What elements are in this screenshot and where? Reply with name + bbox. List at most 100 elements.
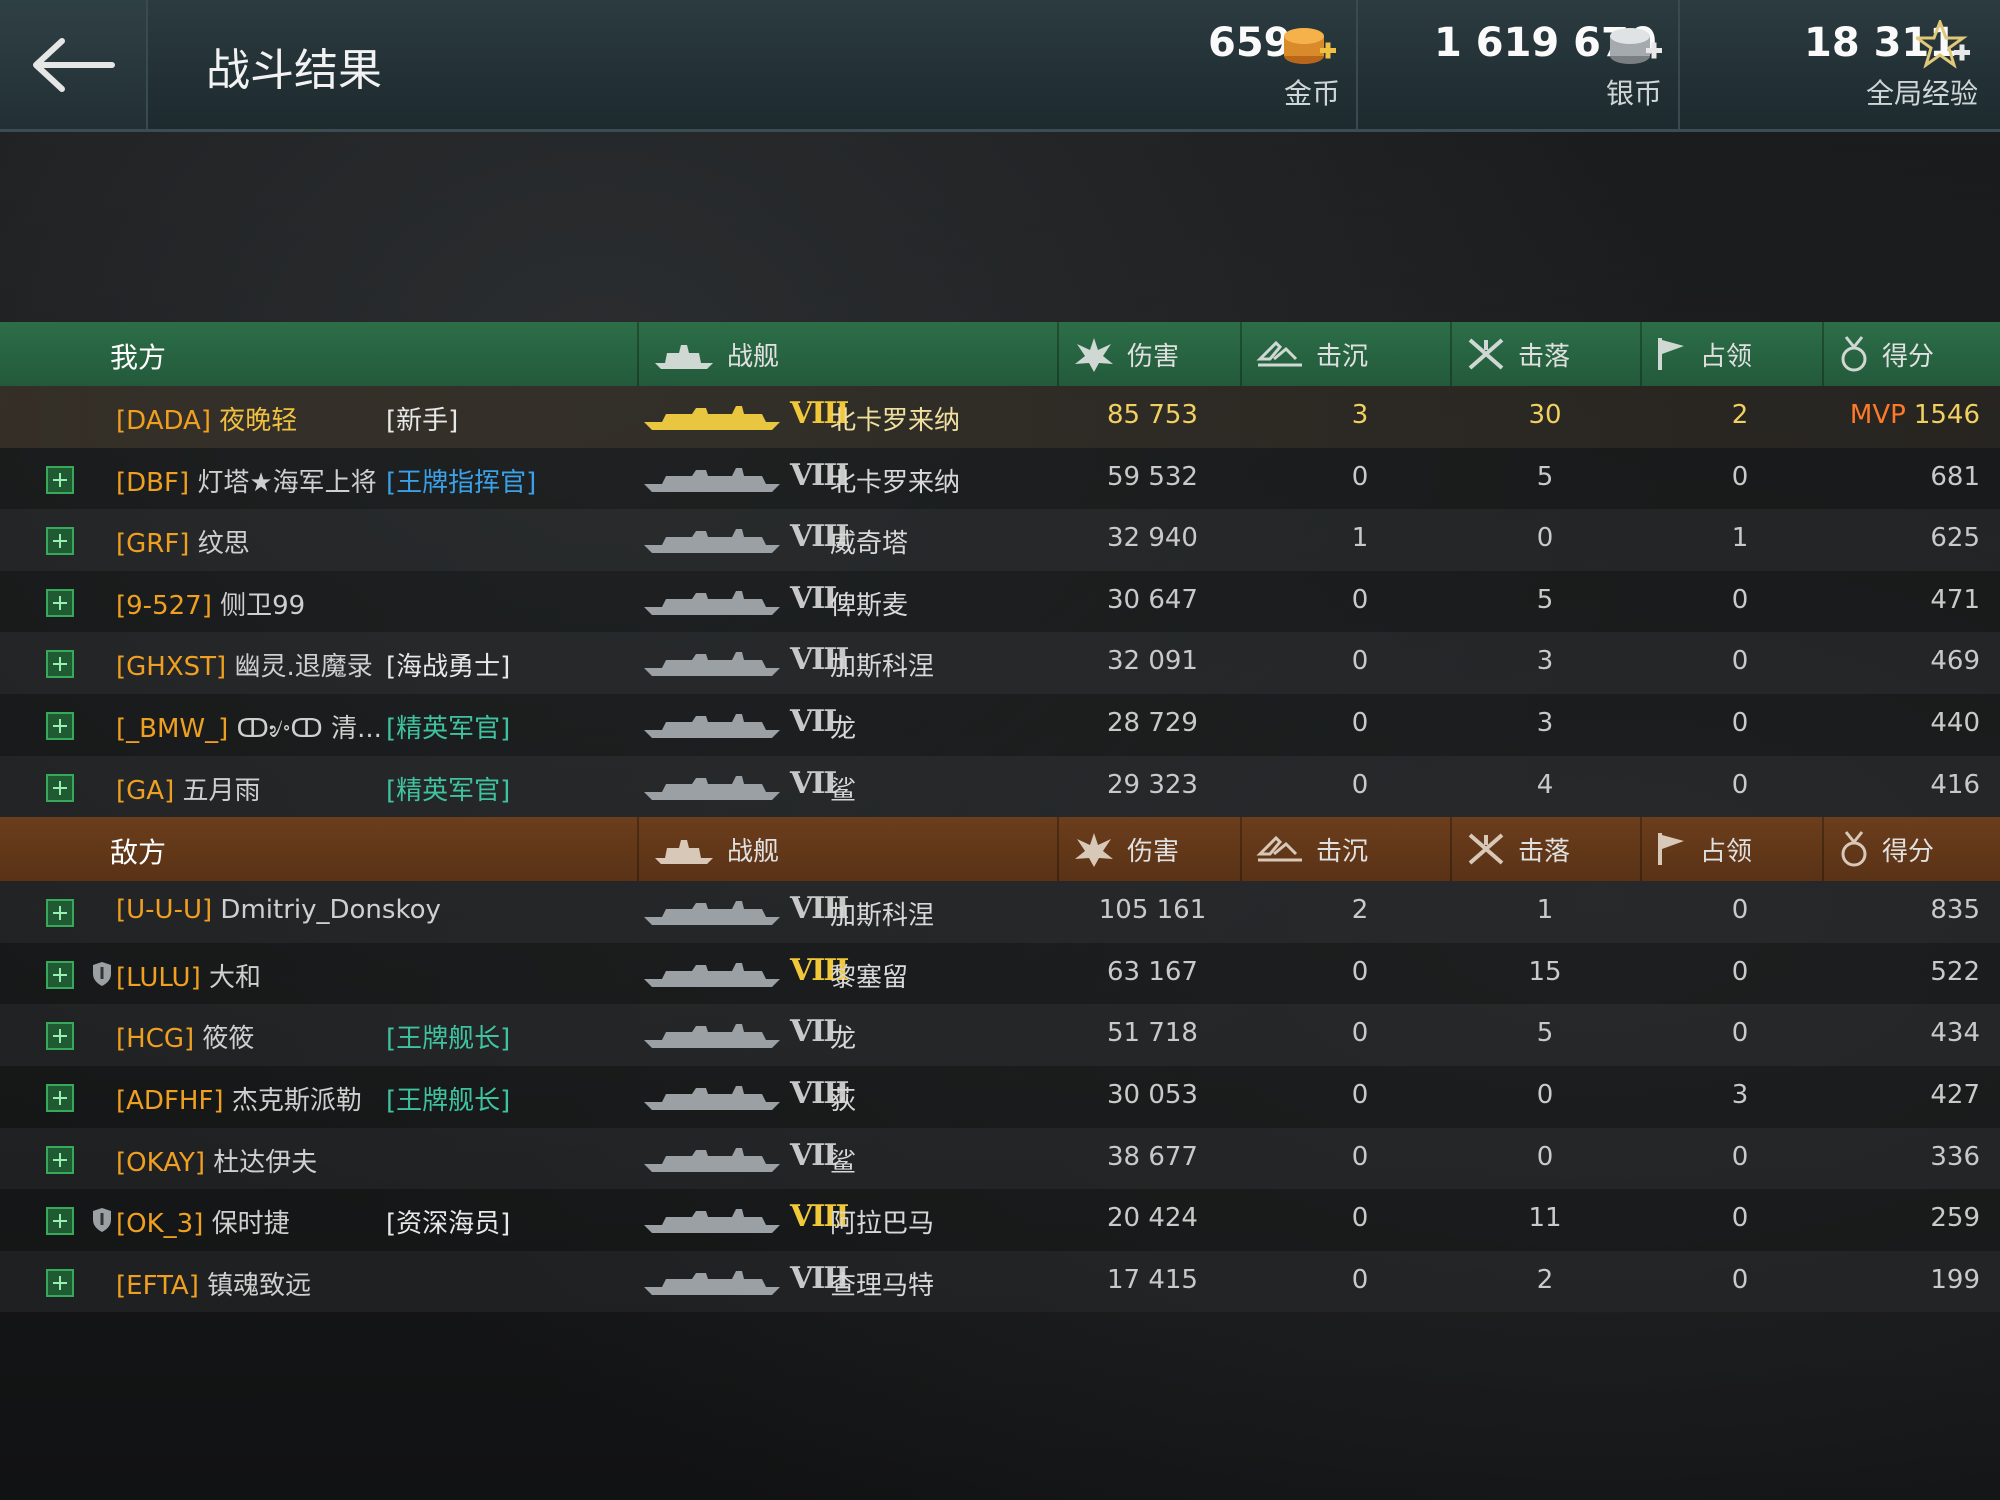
planes-value: 5: [1536, 1018, 1554, 1049]
damage-value: 29 323: [1107, 769, 1198, 800]
ship-silhouette: [642, 400, 782, 432]
page-title: 战斗结果: [206, 45, 382, 96]
ship-icon: [655, 840, 713, 865]
damage-value: 105 161: [1098, 895, 1207, 926]
add-friend-button[interactable]: [46, 588, 74, 617]
player-nick: 筱筱: [202, 1024, 255, 1055]
add-friend-button[interactable]: [46, 1268, 74, 1297]
player-name: [GRF] 纹思: [116, 523, 250, 560]
sunk-value: 2: [1351, 895, 1369, 926]
ship-silhouette: [642, 957, 782, 989]
clan-tag: [OK_3]: [116, 1209, 204, 1240]
planes-value: 0: [1536, 523, 1554, 554]
sunk-value: 0: [1351, 584, 1369, 615]
gold-currency[interactable]: 659 金币: [1150, 0, 1350, 129]
planes-value: 3: [1536, 646, 1554, 677]
player-name: [HCG] 筱筱: [116, 1018, 254, 1055]
ship-silhouette: [642, 1203, 782, 1235]
add-friend-button[interactable]: [46, 1022, 74, 1051]
col-ship-label: 战舰: [727, 341, 780, 372]
add-friend-button[interactable]: [46, 960, 74, 989]
player-row[interactable]: [DBF] 灯塔★海军上将 [王牌指挥官] VIII 北卡罗来纳 59 532 0 5 0 68…: [0, 447, 2000, 510]
sunk-value: 0: [1351, 1203, 1369, 1234]
col-ship: 战舰: [637, 322, 1057, 386]
player-nick: 幽灵.退魔录: [234, 652, 373, 683]
player-name: [GHXST] 幽灵.退魔录: [116, 646, 373, 683]
planes-value: 11: [1528, 1203, 1562, 1234]
sinking-ship-icon: [1256, 340, 1302, 367]
player-row[interactable]: [EFTA] 镇魂致远 VIII 查理马特 17 415 0 2 0 199: [0, 1250, 2000, 1313]
player-row[interactable]: [HCG] 筱筱 [王牌舰长] VII 龙 51 718 0 5 0 434: [0, 1004, 2000, 1066]
back-arrow-icon: [33, 37, 115, 92]
planes-value: 5: [1536, 461, 1554, 492]
player-row[interactable]: [GA] 五月雨 [精英军官] VII 鲨 29 323 0 4 0 416: [0, 755, 2000, 818]
player-row[interactable]: [9-527] 侧卫99 VII 俾斯麦 30 647 0 5 0 471: [0, 570, 2000, 633]
capture-value: 0: [1731, 895, 1749, 926]
player-name: [DBF] 灯塔★海军上将: [116, 462, 377, 499]
score-cell: MVP 1546: [1820, 400, 1980, 430]
capture-value: 0: [1731, 461, 1749, 492]
player-rank: [王牌舰长]: [386, 1024, 511, 1055]
col-planes: 击落: [1450, 322, 1640, 386]
player-row[interactable]: [U-U-U] Dmitriy_Donskoy VIII 加斯科涅 105 161 2 1…: [0, 881, 2000, 943]
player-nick: 纹思: [197, 529, 250, 560]
player-row[interactable]: [OK_3] 保时捷 [资深海员] VIII 阿拉巴马 20 424 0 11 0 259: [0, 1189, 2000, 1251]
ship-name: 龙: [830, 1024, 857, 1055]
ship-silhouette: [642, 770, 782, 802]
silver-label: 银币: [1606, 77, 1663, 110]
ship-name: 鲨: [830, 775, 857, 806]
player-row[interactable]: [_BMW_] ↀ৶৽ↀ 清... [精英军官] VII 龙 28 729 0 3 0 440: [0, 693, 2000, 756]
score-value: 681: [1930, 461, 1980, 492]
back-button[interactable]: [0, 0, 148, 129]
add-friend-button[interactable]: [46, 773, 74, 802]
add-friend-button[interactable]: [46, 711, 74, 740]
col-capture-label: 占领: [1700, 341, 1753, 372]
add-friend-button[interactable]: [46, 527, 74, 556]
ship-name: 加斯科涅: [830, 652, 935, 683]
clan-tag: [_BMW_]: [116, 713, 229, 744]
add-friend-button[interactable]: [46, 899, 74, 928]
clan-tag: [U-U-U]: [116, 895, 213, 926]
ship-name: 北卡罗来纳: [830, 406, 961, 436]
player-name: [GA] 五月雨: [116, 770, 261, 807]
player-nick: 灯塔★海军上将: [197, 467, 377, 498]
global-xp[interactable]: 18 311 全局经验: [1680, 0, 2000, 129]
planes-value: 0: [1536, 1079, 1554, 1110]
damage-value: 38 677: [1107, 1141, 1198, 1172]
add-friend-button[interactable]: [46, 650, 74, 679]
score-cell: 427: [1820, 1080, 1980, 1110]
player-name: [OK_3] 保时捷: [116, 1203, 290, 1240]
player-nick: 大和: [209, 962, 262, 993]
col-sunk-label: 击沉: [1316, 341, 1369, 372]
player-row[interactable]: [GRF] 纹思 VIII 威奇塔 32 940 1 0 1 625: [0, 509, 2000, 571]
sunk-value: 0: [1351, 956, 1369, 987]
score-value: 336: [1930, 1141, 1980, 1172]
player-row[interactable]: [ADFHF] 杰克斯派勒 [王牌舰长] VIII 荻 30 053 0 0 3 427: [0, 1065, 2000, 1128]
battle-results-table: 我方 战舰 伤害 击沉 击落 占领 得分 [DADA] 夜晚轻 [新手] VIII 北…: [0, 322, 2000, 1313]
player-row[interactable]: [LULU] 大和 VIII 黎塞留 63 167 0 15 0 522: [0, 942, 2000, 1005]
sunk-value: 0: [1351, 646, 1369, 677]
player-nick: 侧卫99: [220, 590, 306, 621]
ally-header: 我方 战舰 伤害 击沉 击落 占领 得分: [0, 322, 2000, 386]
player-nick: ↀ৶৽ↀ 清...: [236, 713, 382, 744]
score-cell: 625: [1820, 523, 1980, 553]
score-cell: 681: [1820, 462, 1980, 492]
add-friend-button[interactable]: [46, 1083, 74, 1112]
sunk-value: 0: [1351, 1141, 1369, 1172]
top-bar: 战斗结果 659 金币 1 619 670 银币 18 311 全局经验: [0, 0, 2000, 132]
player-row[interactable]: [DADA] 夜晚轻 [新手] VIII 北卡罗来纳 85 753 3 30 2 MVP 1546: [0, 386, 2000, 448]
clan-tag: [OKAY]: [116, 1147, 205, 1178]
silver-currency[interactable]: 1 619 670 银币: [1358, 0, 1678, 129]
add-friend-button[interactable]: [46, 465, 74, 494]
add-friend-button[interactable]: [46, 1207, 74, 1236]
player-row[interactable]: [OKAY] 杜达伊夫 VII 鲨 38 677 0 0 0 336: [0, 1127, 2000, 1190]
flag-icon: [1658, 338, 1684, 370]
add-friend-button[interactable]: [46, 1145, 74, 1174]
clan-tag: [GRF]: [116, 529, 190, 560]
sunk-value: 0: [1351, 461, 1369, 492]
player-nick: 五月雨: [182, 775, 261, 806]
score-value: 427: [1930, 1079, 1980, 1110]
ship-silhouette: [642, 1080, 782, 1112]
score-cell: 440: [1820, 708, 1980, 738]
player-row[interactable]: [GHXST] 幽灵.退魔录 [海战勇士] VIII 加斯科涅 32 091 0 3 0 469: [0, 632, 2000, 694]
